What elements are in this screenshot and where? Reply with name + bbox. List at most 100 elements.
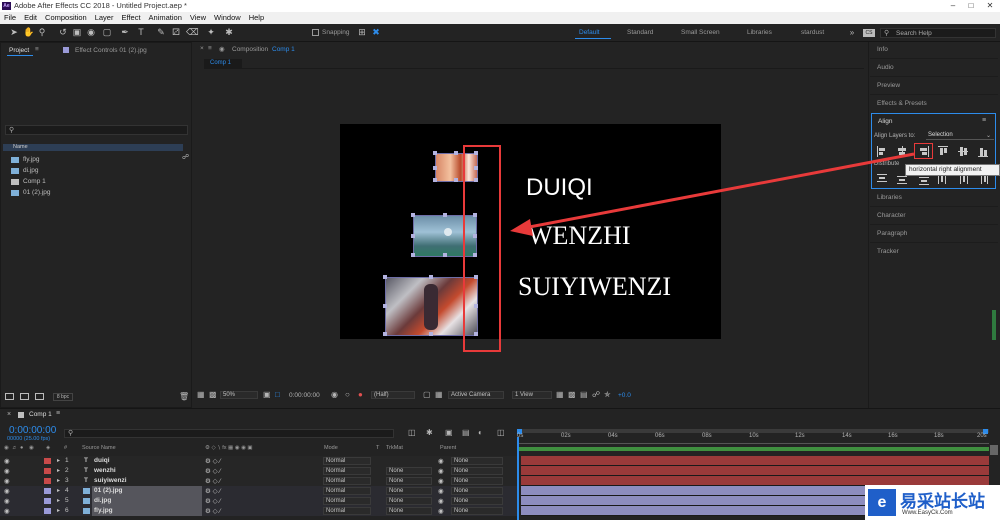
- menu-help[interactable]: Help: [245, 12, 268, 24]
- minimize-icon[interactable]: –: [944, 0, 962, 12]
- expand-triangle-icon[interactable]: ▸: [57, 487, 60, 494]
- align-top-icon[interactable]: [938, 146, 948, 157]
- timeline-icon[interactable]: ▤: [580, 390, 588, 399]
- search-help-box-icon[interactable]: CS: [863, 29, 875, 37]
- view-layout-dropdown[interactable]: 1 View: [512, 391, 552, 399]
- brush-tool-icon[interactable]: ✎: [156, 27, 166, 38]
- clone-stamp-tool-icon[interactable]: ⚂: [171, 27, 181, 38]
- menu-composition[interactable]: Composition: [41, 12, 91, 24]
- eye-icon[interactable]: ◉: [4, 497, 10, 505]
- layer-mode-dropdown[interactable]: Normal: [323, 457, 371, 465]
- layer-name[interactable]: fly.jpg: [94, 507, 113, 514]
- layer-handle[interactable]: [433, 178, 437, 182]
- camera-dropdown[interactable]: Active Camera: [448, 391, 504, 399]
- pickwhip-icon[interactable]: ◉: [438, 467, 444, 475]
- snapping-checkbox[interactable]: [312, 29, 319, 36]
- transparency-grid-icon[interactable]: ▦: [435, 390, 443, 399]
- layer-parent-dropdown[interactable]: None: [451, 487, 503, 495]
- layer-trkmat-dropdown[interactable]: None: [386, 477, 432, 485]
- align-vertical-center-icon[interactable]: [958, 146, 968, 157]
- align-layers-to-dropdown[interactable]: Selection: [926, 132, 994, 140]
- close-icon[interactable]: ✕: [981, 0, 999, 12]
- puppet-tool-icon[interactable]: ✱: [224, 27, 234, 38]
- layer-parent-dropdown[interactable]: None: [451, 457, 503, 465]
- project-item[interactable]: fly.jpg: [23, 156, 40, 163]
- layer-mode-dropdown[interactable]: Normal: [323, 467, 371, 475]
- snap-edges-icon[interactable]: ⊞: [357, 27, 367, 38]
- layer-mode-dropdown[interactable]: Normal: [323, 497, 371, 505]
- tab-effect-controls[interactable]: Effect Controls 01 (2).jpg: [75, 47, 147, 54]
- graph-editor-icon[interactable]: ◫: [497, 428, 505, 437]
- layer-trkmat-dropdown[interactable]: None: [386, 497, 432, 505]
- selection-tool-icon[interactable]: ➤: [9, 27, 19, 38]
- layer-mode-dropdown[interactable]: Normal: [323, 487, 371, 495]
- layer-handle[interactable]: [411, 213, 415, 217]
- new-composition-icon[interactable]: [35, 393, 44, 400]
- always-preview-icon[interactable]: ▦: [197, 390, 205, 399]
- solo-toggle-icon[interactable]: ●: [20, 445, 23, 451]
- layer-duration-bar[interactable]: [521, 466, 989, 476]
- audio-toggle-icon[interactable]: ♬: [12, 445, 18, 451]
- safe-areas-icon[interactable]: □: [275, 390, 280, 399]
- motion-blur-icon[interactable]: ◐: [478, 428, 483, 437]
- layer-name[interactable]: suiyiwenzi: [94, 477, 127, 484]
- flowchart-icon[interactable]: ☍: [182, 153, 189, 161]
- zoom-dropdown[interactable]: 50%: [220, 391, 258, 399]
- layer-row[interactable]: ◉ ▸ 1 Tduiqi ⚙ ◇ ∕ Normal ◉ None: [0, 456, 517, 466]
- show-snapshot-icon[interactable]: ○: [345, 390, 350, 399]
- eraser-tool-icon[interactable]: ⌫: [186, 27, 199, 38]
- close-icon[interactable]: ×: [7, 411, 11, 418]
- timeline-current-time[interactable]: 0:00:00:00: [9, 425, 56, 436]
- layer-handle[interactable]: [383, 275, 387, 279]
- workspace-default[interactable]: Default: [579, 29, 600, 36]
- tab-comp-1[interactable]: Comp 1: [272, 46, 295, 53]
- delete-icon[interactable]: 🗑: [179, 392, 189, 401]
- timeline-search-field[interactable]: ⚲: [64, 429, 394, 438]
- composition-mini-flowchart-icon[interactable]: ◫: [408, 428, 416, 437]
- workspace-small-screen[interactable]: Small Screen: [681, 29, 720, 36]
- pan-behind-tool-icon[interactable]: ◉: [86, 27, 96, 38]
- layer-handle[interactable]: [429, 275, 433, 279]
- layer-row[interactable]: ◉ ▸ 5 di.jpg ⚙ ◇ ∕ Normal None ◉ None: [0, 496, 517, 506]
- layer-handle[interactable]: [383, 304, 387, 308]
- layer-handle[interactable]: [411, 234, 415, 238]
- timeline-tab-comp-1[interactable]: Comp 1: [29, 411, 52, 418]
- layer-trkmat-dropdown[interactable]: None: [386, 507, 432, 515]
- expand-triangle-icon[interactable]: ▸: [57, 497, 60, 504]
- layer-mode-dropdown[interactable]: Normal: [323, 507, 371, 515]
- source-name-header[interactable]: Source Name: [82, 445, 116, 451]
- project-item[interactable]: 01 (2).jpg: [23, 189, 50, 196]
- color-channel-icon[interactable]: ●: [358, 390, 363, 399]
- eye-icon[interactable]: ◉: [4, 467, 10, 475]
- label-color-swatch[interactable]: [44, 498, 51, 504]
- menu-layer[interactable]: Layer: [91, 12, 118, 24]
- exposure-reset-icon[interactable]: ✯: [604, 390, 611, 399]
- camera-snapshot-icon[interactable]: ◉: [331, 390, 338, 399]
- layer-handle[interactable]: [454, 151, 458, 155]
- workspace-libraries[interactable]: Libraries: [747, 29, 772, 36]
- layer-handle[interactable]: [433, 166, 437, 170]
- parent-header[interactable]: Parent: [440, 445, 456, 451]
- expand-triangle-icon[interactable]: ▸: [57, 477, 60, 484]
- workspace-stardust[interactable]: stardust: [801, 29, 824, 36]
- tab-project[interactable]: Project: [9, 47, 29, 54]
- current-time-display[interactable]: 0:00:00:00: [289, 392, 320, 399]
- layer-name[interactable]: duiqi: [94, 457, 110, 464]
- layer-duration-bar[interactable]: [521, 456, 989, 466]
- text-layer-suiyiwenzi[interactable]: SUIYIWENZI: [518, 272, 671, 302]
- interpret-footage-icon[interactable]: [5, 393, 14, 400]
- layer-row[interactable]: ◉ ▸ 3 Tsuiyiwenzi ⚙ ◇ ∕ Normal None ◉ None: [0, 476, 517, 486]
- layer-handle[interactable]: [443, 253, 447, 257]
- rectangle-tool-icon[interactable]: ▢: [102, 27, 112, 38]
- layer-row[interactable]: ◉ ▸ 2 Twenzhi ⚙ ◇ ∕ Normal None ◉ None: [0, 466, 517, 476]
- align-right-icon[interactable]: [919, 146, 929, 157]
- hand-tool-icon[interactable]: ✋: [23, 27, 34, 38]
- pickwhip-icon[interactable]: ◉: [438, 477, 444, 485]
- panel-menu-icon[interactable]: ≡: [208, 45, 212, 52]
- draft-3d-icon[interactable]: ✱: [426, 428, 433, 437]
- workspace-standard[interactable]: Standard: [627, 29, 653, 36]
- new-folder-icon[interactable]: [20, 393, 29, 400]
- pickwhip-icon[interactable]: ◉: [438, 457, 444, 465]
- rotate-tool-icon[interactable]: ↺: [58, 27, 68, 38]
- workspace-more-icon[interactable]: »: [847, 27, 857, 38]
